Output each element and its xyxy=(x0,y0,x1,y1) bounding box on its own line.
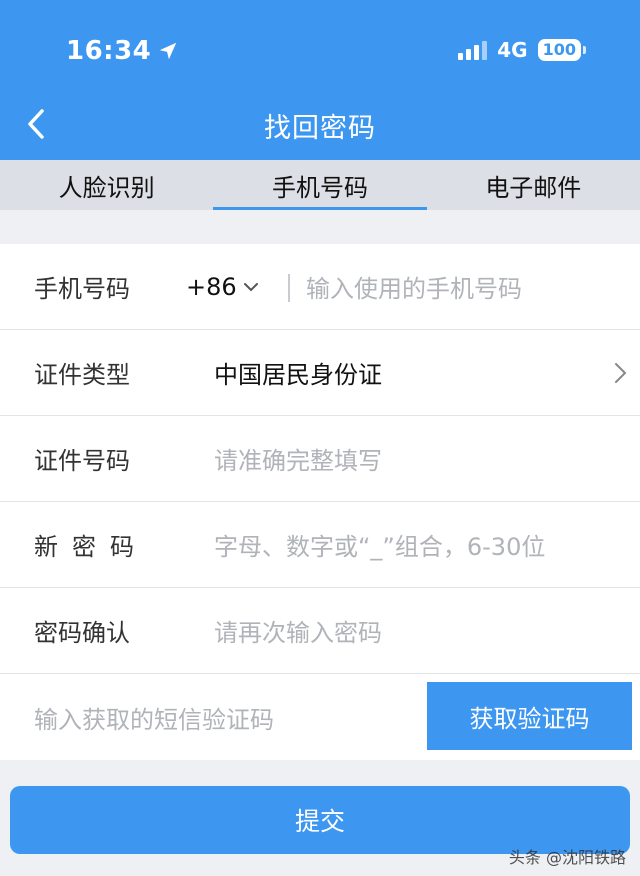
chevron-down-icon xyxy=(243,283,258,292)
id-type-value[interactable]: 中国居民身份证 xyxy=(214,355,382,390)
phone-row: 手机号码 +86 输入使用的手机号码 xyxy=(0,244,640,330)
confirm-password-input[interactable]: 请再次输入密码 xyxy=(214,613,382,648)
phone-label: 手机号码 xyxy=(34,275,130,303)
location-arrow-icon xyxy=(160,42,177,60)
new-password-row: 新密码 字母、数字或“_”组合，6-30位 xyxy=(0,502,640,588)
phone-input[interactable]: 输入使用的手机号码 xyxy=(306,269,522,304)
country-code-value: +86 xyxy=(186,273,237,301)
sms-code-input[interactable]: 输入获取的短信验证码 xyxy=(34,700,274,735)
confirm-password-label: 密码确认 xyxy=(34,619,130,647)
get-code-button[interactable]: 获取验证码 xyxy=(427,682,632,750)
watermark: 头条 @沈阳铁路 xyxy=(508,848,626,867)
new-password-label: 新密码 xyxy=(34,533,148,561)
id-number-input[interactable]: 请准确完整填写 xyxy=(214,441,382,476)
new-password-input[interactable]: 字母、数字或“_”组合，6-30位 xyxy=(214,527,545,562)
confirm-password-row: 密码确认 请再次输入密码 xyxy=(0,588,640,674)
tab-face-recognition[interactable]: 人脸识别 xyxy=(0,160,213,210)
network-type: 4G xyxy=(497,38,528,62)
battery-level: 100 xyxy=(537,39,581,61)
sms-row: 输入获取的短信验证码 获取验证码 xyxy=(0,674,640,760)
battery-icon: 100 xyxy=(537,39,586,61)
id-number-row: 证件号码 请准确完整填写 xyxy=(0,416,640,502)
page-title: 找回密码 xyxy=(264,113,376,144)
signal-icon xyxy=(458,40,488,60)
tab-email[interactable]: 电子邮件 xyxy=(427,160,640,210)
clock-text: 16:34 xyxy=(66,36,152,66)
tab-bar: 人脸识别 手机号码 电子邮件 xyxy=(0,160,640,210)
tab-phone-number[interactable]: 手机号码 xyxy=(213,160,427,210)
status-indicators: 4G 100 xyxy=(458,38,586,62)
recovery-form: 手机号码 +86 输入使用的手机号码 证件类型 中国居民身份证 证件号码 请准确… xyxy=(0,244,640,760)
id-type-label: 证件类型 xyxy=(34,361,130,389)
chevron-right-icon xyxy=(615,363,627,383)
status-time: 16:34 xyxy=(66,36,179,66)
header: 16:34 4G 100 找回密码 xyxy=(0,0,640,160)
id-number-label: 证件号码 xyxy=(34,447,130,475)
id-type-row[interactable]: 证件类型 中国居民身份证 xyxy=(0,330,640,416)
divider xyxy=(288,274,290,302)
country-code-select[interactable]: +86 xyxy=(186,244,270,330)
